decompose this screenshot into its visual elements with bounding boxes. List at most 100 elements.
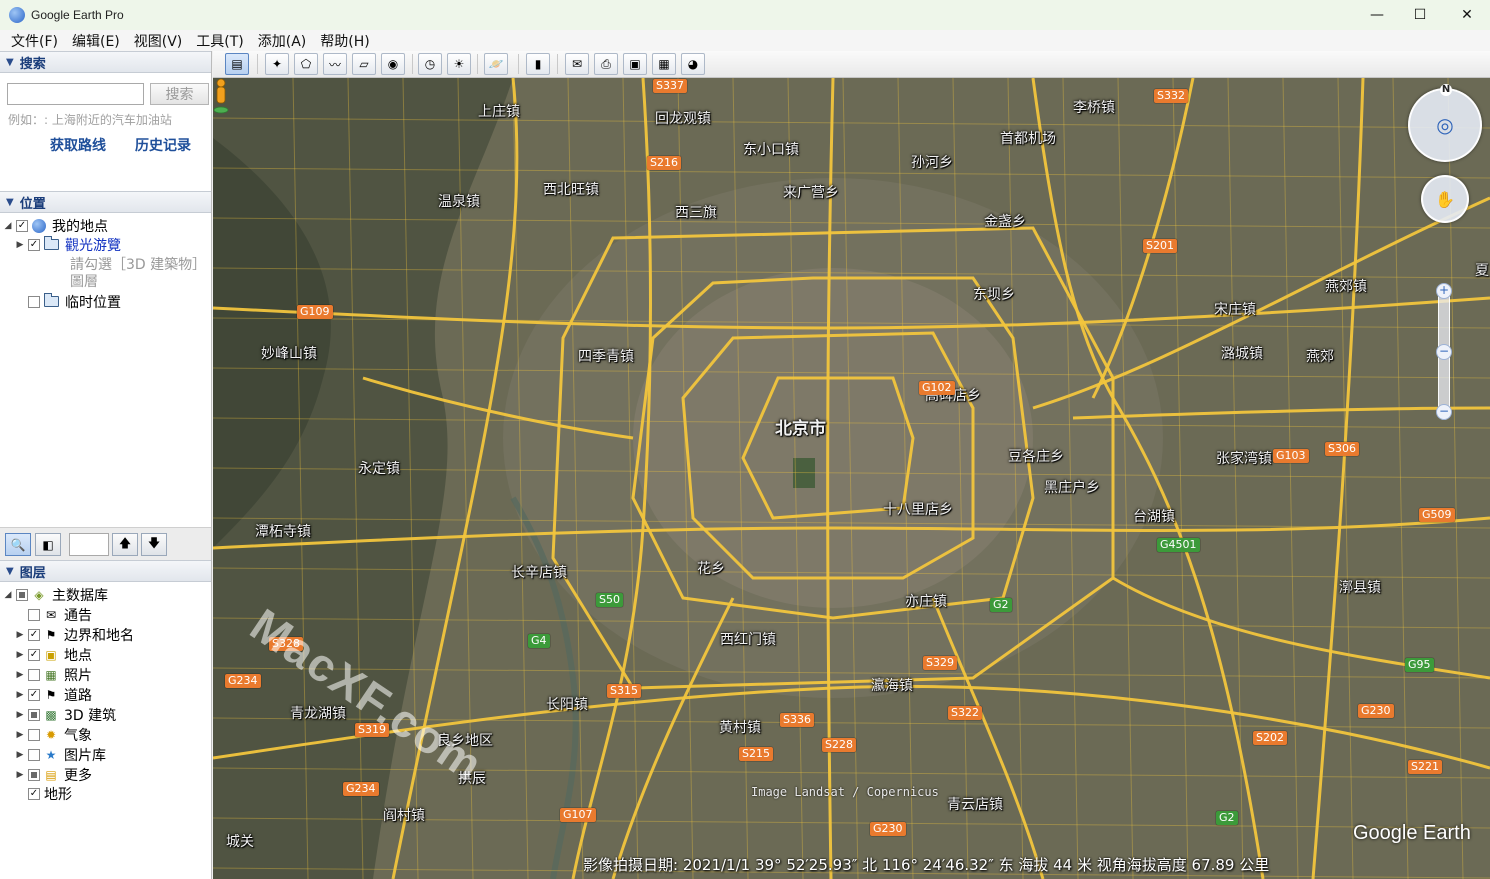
compass-north[interactable]: N	[1440, 84, 1452, 96]
map-place-label[interactable]: 花乡	[697, 558, 725, 578]
checkbox[interactable]	[28, 295, 40, 308]
map-place-label[interactable]: 亦庄镇	[905, 591, 947, 611]
map-place-label[interactable]: 东坝乡	[973, 284, 1015, 304]
expand-icon[interactable]: ▶	[14, 730, 26, 740]
expand-icon[interactable]: ▶	[14, 630, 26, 640]
map-place-label[interactable]: 十八里店乡	[883, 499, 953, 519]
menu-file[interactable]: 文件(F)	[4, 31, 65, 51]
map-place-label[interactable]: 西三旗	[675, 202, 717, 222]
checkbox[interactable]	[28, 728, 40, 741]
add-placemark-icon[interactable]: ✦	[265, 53, 289, 75]
layer-row[interactable]: ▶ ✹ 气象	[14, 725, 92, 744]
map-place-label[interactable]: 西北旺镇	[543, 179, 599, 199]
menu-edit[interactable]: 编辑(E)	[65, 31, 127, 51]
layer-row[interactable]: ▶ ▤ 更多	[14, 765, 92, 784]
menu-view[interactable]: 视图(V)	[127, 31, 190, 51]
map-place-label[interactable]: 永定镇	[358, 458, 400, 478]
checkbox[interactable]: ✓	[28, 238, 40, 251]
move-up-icon[interactable]: 🡅	[112, 533, 138, 556]
search-button[interactable]: 搜索	[150, 83, 209, 105]
sunlight-icon[interactable]: ☀	[447, 53, 471, 75]
print-icon[interactable]: ⎙	[594, 53, 618, 75]
map-place-label[interactable]: 张家湾镇	[1216, 448, 1272, 468]
checkbox[interactable]	[28, 708, 40, 721]
expand-icon[interactable]: ▶	[14, 670, 26, 680]
map-place-label[interactable]: 宋庄镇	[1214, 299, 1256, 319]
layer-row[interactable]: ▶ ✓ ▣ 地点	[14, 645, 92, 664]
map-place-label[interactable]: 城关	[226, 831, 254, 851]
layer-row[interactable]: ▶ ★ 图片库	[14, 745, 106, 764]
record-tour-icon[interactable]: ◉	[381, 53, 405, 75]
ruler-icon[interactable]: ▮	[526, 53, 550, 75]
map-place-label[interactable]: 上庄镇	[478, 101, 520, 121]
zoom-slider-handle[interactable]: −	[1436, 344, 1452, 360]
map-place-label[interactable]: 长辛店镇	[511, 562, 567, 582]
map-place-label[interactable]: 回龙观镇	[655, 108, 711, 128]
save-image-icon[interactable]: ▣	[623, 53, 647, 75]
search-mode-icon[interactable]: 🔍	[5, 533, 31, 556]
layer-row[interactable]: ▶ ✓ ⚑ 边界和地名	[14, 625, 134, 644]
layer-row[interactable]: ✉ 通告	[14, 605, 92, 624]
sidebar-toggle-icon[interactable]: ▤	[225, 53, 249, 75]
map-place-label[interactable]: 四季青镇	[578, 346, 634, 366]
layer-row[interactable]: ✓ 地形	[14, 784, 72, 803]
map-place-label[interactable]: 首都机场	[1000, 128, 1056, 148]
layer-row[interactable]: ▶ ▩ 3D 建筑	[14, 705, 117, 724]
map-place-label[interactable]: 青云店镇	[947, 794, 1003, 814]
map-place-label[interactable]: 黄村镇	[719, 717, 761, 737]
places-panel-header[interactable]: ▼ 位置	[0, 191, 211, 213]
map-place-label[interactable]: 黑庄户乡	[1044, 477, 1100, 497]
map-place-label[interactable]: 李桥镇	[1073, 97, 1115, 117]
checkbox[interactable]	[28, 768, 40, 781]
map-place-label[interactable]: 燕郊镇	[1325, 276, 1367, 296]
map-place-label[interactable]: 瀛海镇	[871, 675, 913, 695]
look-joystick[interactable]: ◎	[1408, 88, 1482, 162]
expand-icon[interactable]: ▶	[14, 710, 26, 720]
map-place-label[interactable]: 妙峰山镇	[261, 343, 317, 363]
tree-row-temporary-places[interactable]: 临时位置	[14, 292, 121, 311]
planets-icon[interactable]: 🪐	[484, 53, 508, 75]
map-place-label[interactable]: 豆各庄乡	[1008, 446, 1064, 466]
map-place-label[interactable]: 长阳镇	[546, 694, 588, 714]
search-panel-header[interactable]: ▼ 搜索	[0, 51, 211, 73]
checkbox[interactable]: ✓	[16, 219, 28, 232]
map-place-label[interactable]: 潭柘寺镇	[255, 521, 311, 541]
checkbox[interactable]	[28, 748, 40, 761]
minimize-button[interactable]: —	[1354, 0, 1400, 30]
satellite-imagery[interactable]	[213, 78, 1490, 879]
add-image-overlay-icon[interactable]: ▱	[352, 53, 376, 75]
map-place-label[interactable]: 漷县镇	[1339, 577, 1381, 597]
layer-row[interactable]: ▶ ✓ ⚑ 道路	[14, 685, 92, 704]
zoom-out-button[interactable]: −	[1436, 404, 1452, 420]
map-place-label[interactable]: 阎村镇	[383, 805, 425, 825]
map-view[interactable]: 上庄镇 回龙观镇 东小口镇 首都机场 李桥镇 温泉镇 西北旺镇 西三旗 来广营乡 孙河乡 金盏乡 东坝…	[213, 78, 1490, 879]
menu-tools[interactable]: 工具(T)	[189, 31, 250, 51]
checkbox[interactable]: ✓	[28, 787, 40, 800]
tree-row-my-places[interactable]: ◢ ✓ 我的地点	[2, 216, 108, 235]
checkbox[interactable]: ✓	[28, 628, 40, 641]
tree-row-sightseeing[interactable]: ▶ ✓ 觀光游覽	[14, 235, 121, 254]
search-input[interactable]	[7, 83, 144, 105]
zoom-in-button[interactable]: +	[1436, 283, 1452, 299]
checkbox[interactable]	[16, 588, 28, 601]
map-place-label[interactable]: 孙河乡	[911, 152, 953, 172]
move-joystick[interactable]: ✋	[1421, 175, 1469, 223]
maximize-button[interactable]: ☐	[1397, 0, 1443, 30]
add-polygon-icon[interactable]: ⬠	[294, 53, 318, 75]
places-filter-field[interactable]	[69, 533, 109, 556]
expand-icon[interactable]: ▶	[14, 240, 26, 250]
expand-icon[interactable]: ▶	[14, 690, 26, 700]
map-place-label[interactable]: 燕郊	[1306, 346, 1334, 366]
expand-icon[interactable]: ▶	[14, 750, 26, 760]
street-view-pegman-icon[interactable]	[213, 78, 229, 114]
checkbox[interactable]	[28, 668, 40, 681]
checkbox[interactable]: ✓	[28, 688, 40, 701]
earth-gallery-icon[interactable]: ◕	[681, 53, 705, 75]
map-place-label[interactable]: 来广营乡	[783, 182, 839, 202]
get-directions-link[interactable]: 获取路线	[50, 135, 106, 155]
expand-icon[interactable]: ◢	[2, 590, 14, 600]
close-button[interactable]: ✕	[1444, 0, 1490, 30]
add-path-icon[interactable]: 〰	[323, 53, 347, 75]
map-place-label[interactable]: 潞城镇	[1221, 343, 1263, 363]
expand-icon[interactable]: ▶	[14, 650, 26, 660]
